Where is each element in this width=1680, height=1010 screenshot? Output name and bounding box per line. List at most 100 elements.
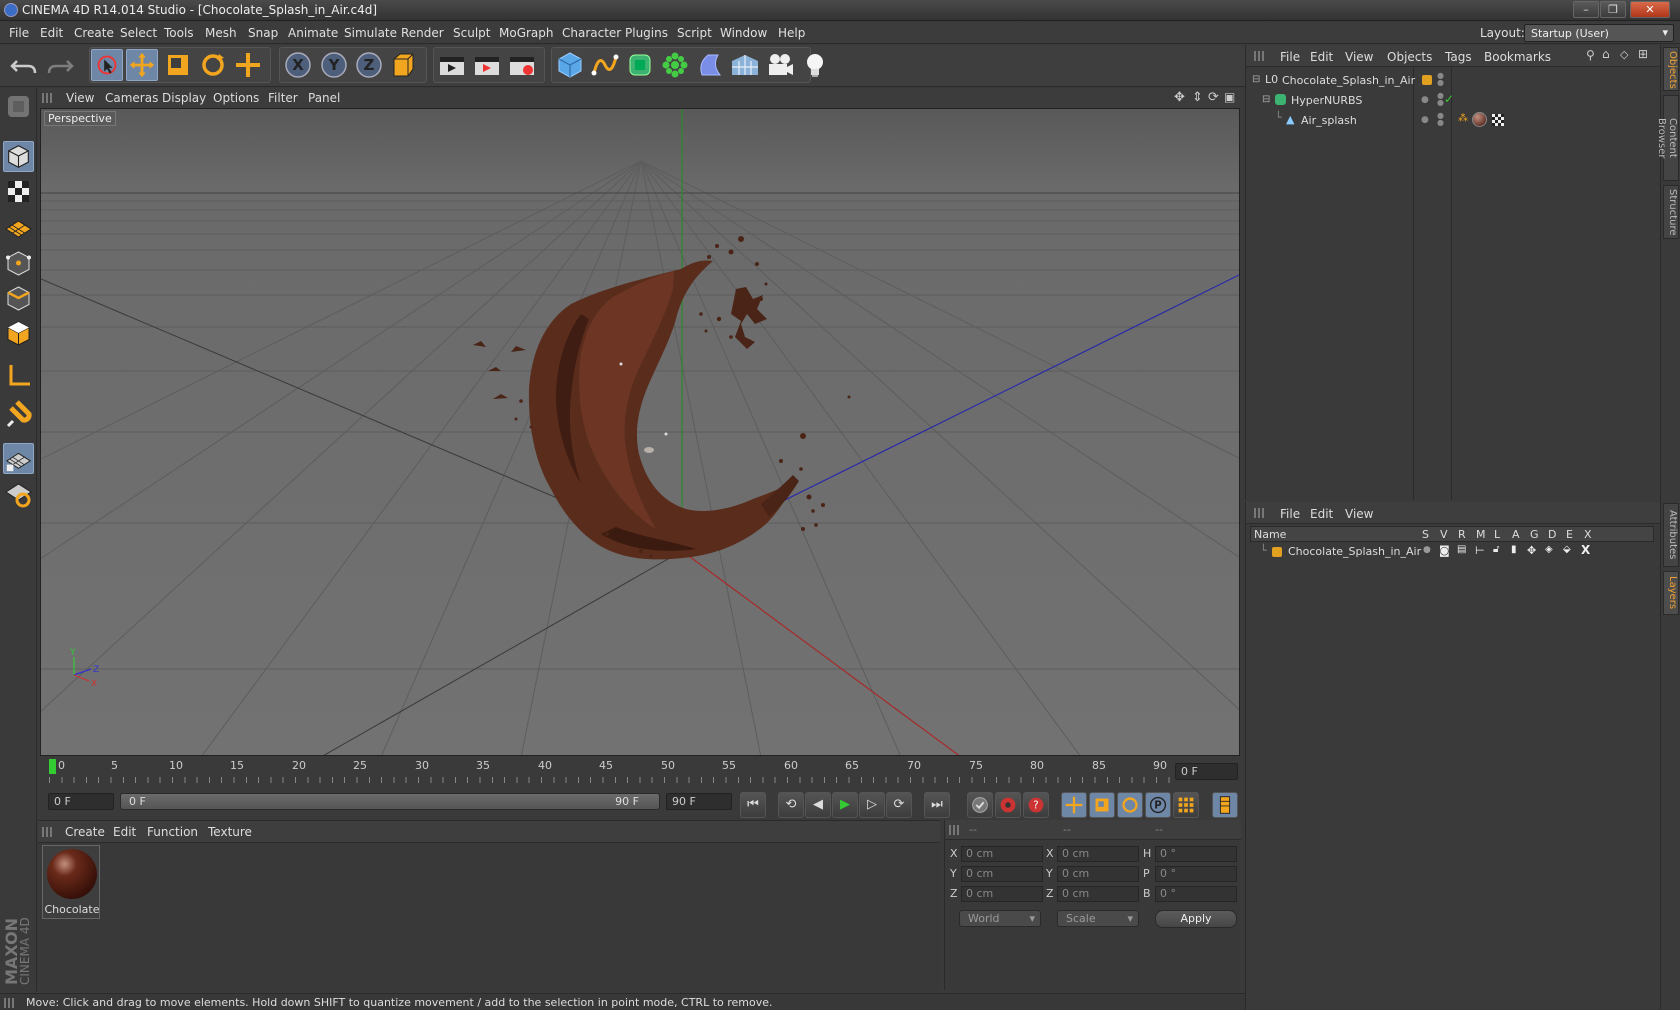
next-key-button[interactable]: ⟳ [886,792,912,818]
object-menu-file[interactable]: File [1280,50,1300,64]
previous-frame-button[interactable]: ◀ [805,792,831,818]
light-icon[interactable] [799,49,831,81]
size-x-field[interactable]: 0 cm [1057,846,1139,862]
drag-handle-icon[interactable] [949,825,959,835]
uvw-tag-icon[interactable] [1492,114,1504,126]
drag-handle-icon[interactable] [42,93,52,103]
column-solo[interactable]: S [1422,528,1429,541]
previous-key-button[interactable]: ⟲ [778,792,804,818]
collapse-icon[interactable]: ⊟ [1252,74,1260,85]
layer-row[interactable]: └ Chocolate_Splash_in_Air ● ◙ ▤ ⊢ 🔓︎ ▮ ✥… [1250,543,1654,561]
undo-icon[interactable] [8,49,40,81]
coordinate-system-icon[interactable] [388,49,420,81]
timeline-playhead[interactable] [49,759,56,774]
polygons-mode-icon[interactable] [3,318,34,349]
scene-icon[interactable] [729,49,761,81]
menu-mesh[interactable]: Mesh [205,26,237,40]
menu-help[interactable]: Help [778,26,805,40]
column-deformers[interactable]: D [1548,528,1556,541]
search-icon[interactable]: ⚲ [1586,48,1595,62]
current-frame-field[interactable]: 0 F [1175,763,1238,780]
point-level-animation-icon[interactable] [1173,792,1199,818]
object-menu-bookmarks[interactable]: Bookmarks [1484,50,1551,64]
menu-script[interactable]: Script [677,26,712,40]
tab-objects[interactable]: Objects [1663,47,1679,91]
maximize-view-icon[interactable]: ▣ [1224,90,1235,104]
object-menu-tags[interactable]: Tags [1445,50,1472,64]
render-clapper-icon[interactable]: ▤ [1457,544,1466,555]
model-mode-icon[interactable] [3,141,34,172]
lock-icon[interactable]: 🔓︎ [1493,544,1499,555]
play-button[interactable]: ▶ [832,792,858,818]
texture-mode-icon[interactable] [3,176,34,207]
menu-snap[interactable]: Snap [248,26,278,40]
up-icon[interactable]: ◇ [1620,48,1628,61]
size-y-field[interactable]: 0 cm [1057,866,1139,882]
column-manager[interactable]: M [1476,528,1486,541]
home-icon[interactable]: ⌂ [1602,47,1610,61]
live-selection-icon[interactable] [91,49,123,81]
maximize-button[interactable]: ❐ [1600,1,1626,18]
column-generators[interactable]: G [1530,528,1539,541]
new-view-icon[interactable]: ⊞ [1638,47,1648,61]
snap-icon[interactable] [3,443,34,474]
render-settings-icon[interactable] [506,49,538,81]
nurbs-icon[interactable] [624,49,656,81]
keyframe-selection-icon[interactable]: ? [1023,792,1049,818]
recent-tool-icon[interactable] [232,49,264,81]
rotate-icon[interactable] [197,49,229,81]
layer-menu-edit[interactable]: Edit [1310,507,1333,521]
end-frame-field[interactable]: 90 F [666,793,732,810]
tab-layers[interactable]: Layers [1663,571,1679,615]
xref-icon[interactable]: X [1581,543,1590,557]
viewport-menu-filter[interactable]: Filter [268,91,298,105]
timeline-window-icon[interactable] [1212,792,1238,818]
workplane-mode-icon[interactable] [3,211,34,242]
material-swatch[interactable]: Chocolate [42,845,100,919]
visibility-dots-icon[interactable]: ● ● [1437,72,1444,87]
pos-x-field[interactable]: 0 cm [961,846,1043,862]
rot-b-field[interactable]: 0 ° [1155,886,1237,902]
material-tag-icon[interactable] [1472,112,1487,127]
collapse-icon[interactable]: ⊟ [1262,94,1270,105]
rotate-view-icon[interactable]: ⟳ [1208,90,1219,105]
autokeying-icon[interactable] [995,792,1021,818]
array-icon[interactable] [659,49,691,81]
column-name[interactable]: Name [1254,528,1286,541]
viewport-perspective[interactable]: Y Z X Perspective [40,108,1240,756]
go-to-start-button[interactable]: ⏮ [740,792,766,818]
layer-menu-file[interactable]: File [1280,507,1300,521]
phong-tag-icon[interactable]: ⁂ [1458,113,1468,124]
render-picture-viewer-icon[interactable] [471,49,503,81]
parameter-track-icon[interactable]: P [1145,792,1171,818]
layer-color-swatch[interactable] [1272,547,1282,557]
visibility-dots-icon[interactable]: ● ● [1437,112,1444,127]
viewport-menu-panel[interactable]: Panel [308,91,340,105]
column-locked[interactable]: L [1494,528,1500,541]
edges-mode-icon[interactable] [3,283,34,314]
visibility-dots-icon[interactable]: ● ● [1437,92,1444,107]
menu-edit[interactable]: Edit [40,26,63,40]
pos-y-field[interactable]: 0 cm [961,866,1043,882]
menu-character[interactable]: Character [562,26,621,40]
material-menu-create[interactable]: Create [65,825,105,839]
tab-structure[interactable]: Structure [1663,185,1679,239]
object-row[interactable]: └ ▲ Air_splash ● ● ● ⁂ [1246,111,1661,131]
size-mode-dropdown[interactable]: Scale ▾ [1057,910,1139,927]
rot-p-field[interactable]: 0 ° [1155,866,1237,882]
drag-handle-icon[interactable] [1254,508,1264,518]
editor-visibility-dot[interactable]: ● [1421,115,1429,125]
menu-simulate[interactable]: Simulate [344,26,397,40]
preview-range-slider[interactable]: 0 F 90 F [120,793,660,810]
viewport-menu-view[interactable]: View [66,91,94,105]
move-icon[interactable] [126,49,158,81]
redo-icon[interactable] [44,49,76,81]
timeline-ruler[interactable]: 0 5 10 15 20 25 30 35 40 45 50 55 60 65 … [40,757,1240,787]
tweak-mode-icon[interactable] [3,400,34,431]
z-axis-icon[interactable]: Z [353,49,385,81]
column-view[interactable]: V [1440,528,1448,541]
menu-window[interactable]: Window [720,26,767,40]
menu-animate[interactable]: Animate [288,26,338,40]
object-menu-edit[interactable]: Edit [1310,50,1333,64]
viewport-canvas[interactable]: Y Z X [41,109,1240,756]
